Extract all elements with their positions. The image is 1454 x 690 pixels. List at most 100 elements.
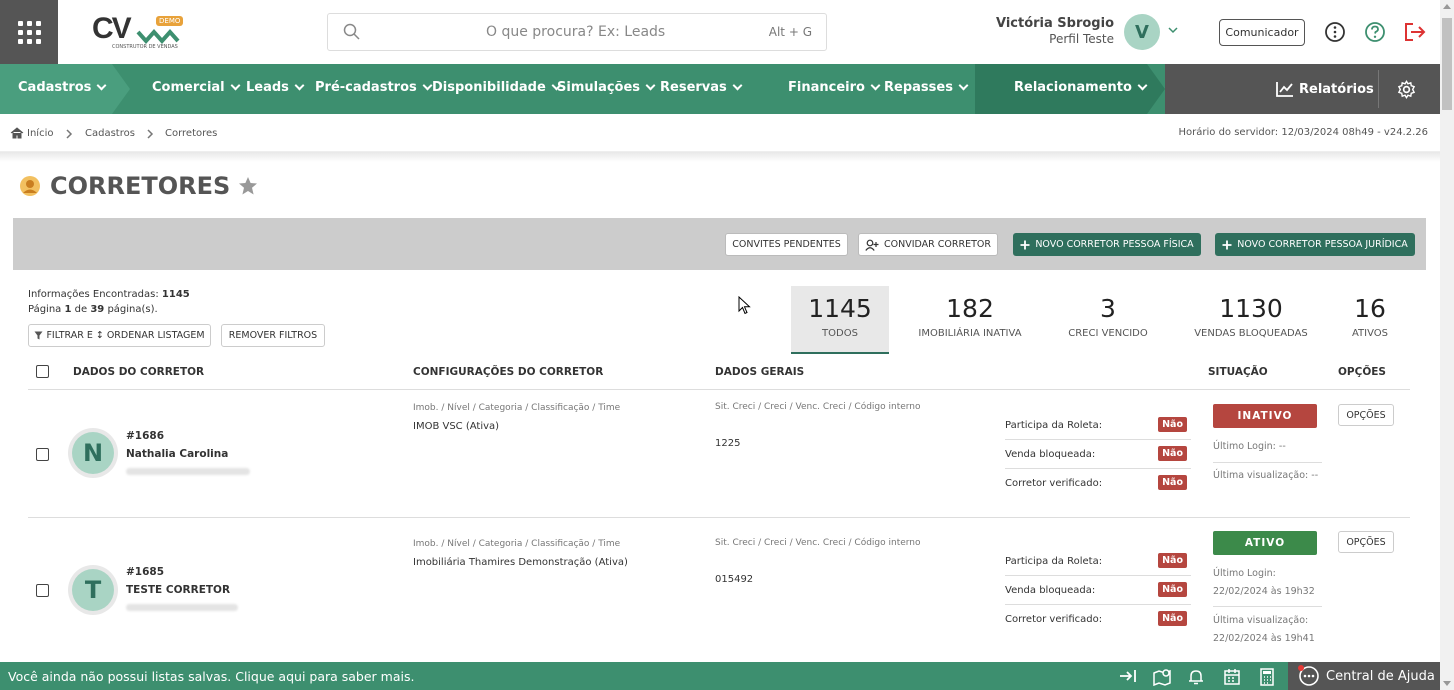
flag-label: Venda bloqueada: [1005, 449, 1096, 460]
chevron-down-icon [294, 80, 305, 91]
filter-order-button[interactable]: FILTRAR E ↕ ORDENAR LISTAGEM [28, 324, 211, 347]
stat-imobiliaria-inativa[interactable]: 182 IMOBILIÁRIA INATIVA [910, 286, 1030, 354]
help-center-button[interactable]: Central de Ajuda [1288, 662, 1440, 690]
chevron-down-icon [958, 80, 969, 91]
broker-icon [20, 176, 40, 196]
page-header: CORRETORES [18, 172, 258, 200]
nav-relatorios[interactable]: Relatórios [1275, 80, 1374, 98]
nav-leads[interactable]: Leads [246, 80, 305, 95]
calculator-icon[interactable] [1259, 668, 1275, 686]
apps-menu-button[interactable] [0, 0, 58, 64]
breadcrumb-inicio[interactable]: Início [27, 128, 53, 139]
avatar-initial: N [72, 432, 114, 474]
search-box[interactable]: O que procura? Ex: Leads Alt + G [327, 13, 827, 51]
logo-wave-icon [136, 28, 180, 44]
top-bar: CV DEMO CONSTRUTOR DE VENDAS O que procu… [0, 0, 1440, 64]
nav-pre-cadastros[interactable]: Pré-cadastros [315, 80, 433, 95]
search-placeholder: O que procura? Ex: Leads [486, 24, 666, 40]
vertical-scrollbar[interactable] [1440, 0, 1454, 690]
collapse-arrow-icon[interactable] [1118, 668, 1138, 684]
broker-id[interactable]: #1686 [126, 430, 164, 442]
grid-icon [17, 20, 41, 44]
breadcrumb: Início Cadastros Corretores Horário do s… [0, 114, 1440, 152]
last-view-value: 22/02/2024 às 19h41 [1213, 633, 1315, 644]
select-all-checkbox[interactable] [36, 365, 49, 378]
stat-todos[interactable]: 1145 TODOS [791, 286, 889, 354]
nav-simulacoes[interactable]: Simulações [557, 80, 656, 95]
convites-pendentes-label: CONVITES PENDENTES [732, 239, 841, 250]
bell-icon[interactable] [1188, 668, 1204, 686]
options-button[interactable]: OPÇÕES [1338, 531, 1394, 553]
scroll-down-icon[interactable] [1443, 681, 1451, 686]
options-button[interactable]: OPÇÕES [1338, 404, 1394, 426]
flag-no-badge: Não [1158, 611, 1187, 626]
breadcrumb-cadastros[interactable]: Cadastros [85, 128, 135, 139]
row-checkbox[interactable] [36, 448, 49, 461]
remove-filters-button[interactable]: REMOVER FILTROS [221, 324, 325, 347]
map-marker-icon[interactable] [1152, 668, 1172, 686]
stat-label: IMOBILIÁRIA INATIVA [918, 328, 1022, 339]
calendar-icon[interactable] [1223, 668, 1241, 686]
settings-gear-icon[interactable] [1397, 80, 1416, 99]
saved-lists-message[interactable]: Você ainda não possui listas salvas. Cli… [8, 669, 414, 684]
filter-icon [34, 331, 43, 340]
logo-text: CV [92, 12, 132, 45]
page-current: 1 [64, 304, 72, 315]
chevron-down-icon [1137, 80, 1148, 91]
logout-icon[interactable] [1403, 21, 1427, 43]
chart-icon [1276, 82, 1293, 97]
user-name: Victória Sbrogio [995, 16, 1114, 31]
scroll-up-icon[interactable] [1443, 4, 1451, 9]
flag-no-badge: Não [1158, 582, 1187, 597]
home-icon[interactable] [10, 127, 24, 139]
nav-disponibilidade[interactable]: Disponibilidade [432, 80, 562, 95]
convidar-corretor-button[interactable]: CONVIDAR CORRETOR [858, 233, 998, 256]
user-info[interactable]: Victória Sbrogio Perfil Teste [990, 16, 1114, 46]
main-nav: Cadastros Comercial Leads Pré-cadastros … [0, 64, 1440, 114]
help-icon[interactable] [1364, 21, 1386, 43]
broker-id[interactable]: #1685 [126, 566, 164, 578]
avatar: N [68, 428, 118, 478]
user-avatar[interactable]: V [1124, 14, 1160, 50]
stat-ativos[interactable]: 16 ATIVOS [1340, 286, 1400, 354]
flag-label: Participa da Roleta: [1005, 556, 1103, 567]
chevron-down-icon[interactable] [1168, 26, 1178, 34]
demo-badge: DEMO [156, 16, 184, 26]
stat-vendas-bloqueadas[interactable]: 1130 VENDAS BLOQUEADAS [1188, 286, 1314, 354]
stat-label: CRECI VENCIDO [1068, 328, 1148, 339]
mouse-cursor-icon [738, 296, 751, 315]
plus-icon [1020, 240, 1030, 249]
comunicador-button[interactable]: Comunicador [1219, 19, 1305, 46]
convites-pendentes-button[interactable]: CONVITES PENDENTES [725, 233, 848, 256]
config-caption: Imob. / Nível / Categoria / Classificaçã… [413, 403, 621, 413]
logo[interactable]: CV DEMO CONSTRUTOR DE VENDAS [92, 12, 184, 52]
stat-creci-vencido[interactable]: 3 CRECI VENCIDO [1058, 286, 1158, 354]
header-dados-corretor: DADOS DO CORRETOR [73, 366, 205, 378]
nav-cadastros[interactable]: Cadastros [18, 80, 107, 95]
favorite-star-icon[interactable] [238, 176, 258, 196]
convidar-corretor-label: CONVIDAR CORRETOR [884, 239, 991, 250]
header-opcoes: OPÇÕES [1338, 366, 1386, 378]
nav-relacionamento[interactable]: Relacionamento [1014, 80, 1148, 95]
chevron-down-icon [96, 80, 107, 91]
novo-corretor-pj-button[interactable]: NOVO CORRETOR PESSOA JURÍDICA [1215, 233, 1415, 256]
avatar-initial: T [72, 569, 114, 611]
stat-number: 182 [946, 294, 994, 323]
nav-reservas[interactable]: Reservas [660, 80, 743, 95]
nav-financeiro[interactable]: Financeiro [788, 80, 881, 95]
nav-comercial[interactable]: Comercial [152, 80, 241, 95]
flag-label: Corretor verificado: [1005, 614, 1103, 625]
chevron-down-icon [732, 80, 743, 91]
more-options-icon[interactable] [1324, 21, 1346, 43]
pages-label: página(s). [107, 304, 158, 315]
novo-corretor-pf-button[interactable]: NOVO CORRETOR PESSOA FÍSICA [1013, 233, 1201, 256]
avatar: T [68, 565, 118, 615]
broker-email-redacted [126, 468, 250, 475]
add-user-icon [865, 239, 879, 251]
scrollbar-thumb[interactable] [1442, 18, 1452, 110]
broker-name[interactable]: TESTE CORRETOR [126, 584, 230, 596]
row-checkbox[interactable] [36, 584, 49, 597]
nav-repasses[interactable]: Repasses [884, 80, 969, 95]
last-login-label: Último Login: [1213, 568, 1276, 579]
broker-name[interactable]: Nathalia Carolina [126, 448, 228, 460]
